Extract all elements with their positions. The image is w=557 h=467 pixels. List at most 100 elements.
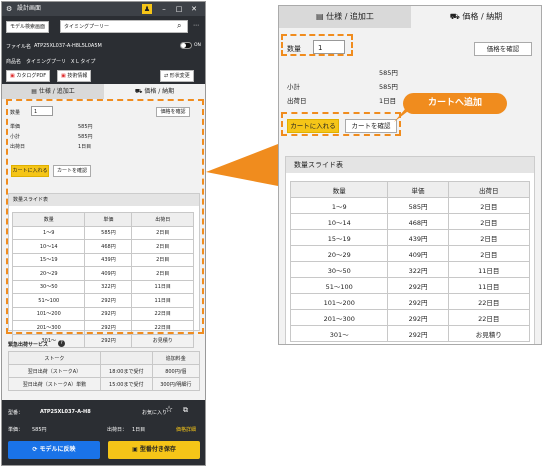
truck-icon: ⛟ [449, 12, 460, 21]
user-icon[interactable]: ♟ [142, 4, 152, 14]
toggle-switch[interactable] [180, 42, 192, 49]
express-section: 緊急出荷サービス ? ストーク 追加料金 翌日出荷（ストークA） 18:00まで受付 8… [6, 340, 202, 397]
copy-icon[interactable]: ⧉ [183, 406, 188, 415]
table-cell: 439円 [387, 229, 449, 246]
product-value: タイミングプーリ X L タイプ [26, 59, 96, 65]
save-icon: ▣ [132, 446, 138, 453]
highlight-left [6, 99, 204, 334]
table-row: 20〜29 409円 2日目 [289, 245, 531, 262]
table-row: 10〜14 468円 2日目 [289, 213, 531, 230]
zoom-slide-table-box: 数量スライド表 数量 単価 出荷日 1〜9 585円 2日目 10〜14 468円 2日目 15〜… [285, 156, 535, 344]
table-cell: 322円 [387, 261, 449, 278]
table-cell: 2日目 [447, 229, 531, 246]
product-row: 商品名 タイミングプーリ X L タイプ [2, 54, 205, 68]
footer-ship-label: 出荷日： [107, 427, 128, 433]
help-icon[interactable]: ? [58, 340, 65, 347]
close-button[interactable]: ✕ [189, 4, 199, 14]
product-label: 商品名 [6, 59, 22, 65]
zoom-tab-price-label: 価格 / 納期 [462, 12, 503, 21]
table-cell: 30〜50 [289, 261, 389, 278]
table-cell: 292円 [387, 293, 449, 310]
table-cell: 585円 [387, 197, 449, 214]
table-header-cell: 出荷日 [447, 181, 531, 198]
search-query: タイミングプーリー [64, 24, 110, 30]
table-row: 101〜200 292円 22日目 [289, 293, 531, 310]
reflect-model-button[interactable]: ⟳ モデルに反映 [8, 441, 100, 459]
table-header-cell: 単価 [387, 181, 449, 198]
save-label: 型番付き保存 [139, 446, 176, 453]
table-row: 51〜100 292円 11日目 [289, 277, 531, 294]
zoom-confirm-price-button[interactable]: 価格を確認 [474, 42, 532, 56]
table-row: 翌日出荷（ストークA） 18:00まで受付 800円/個 [8, 364, 201, 378]
zoom-connector [206, 144, 278, 186]
clipboard-icon: ▤ [31, 88, 37, 95]
table-row: 30〜50 322円 11日目 [289, 261, 531, 278]
table-cell: 201〜300 [289, 309, 389, 326]
zoom-slide-table-title: 数量スライド表 [286, 157, 534, 173]
table-cell: 22日目 [447, 293, 531, 310]
table-header-row: 数量 単価 出荷日 [289, 181, 531, 198]
save-with-model-button[interactable]: ▣ 型番付き保存 [108, 441, 200, 459]
file-row: ファイル名 ATP25XL037-A-H8L5L0A5M ON [2, 38, 205, 54]
footer: 型番： ATP25XL037-A-H8 お気に入り ☆ ⧉ 単価： 585円 出… [2, 400, 205, 465]
file-label: ファイル名 [6, 44, 32, 50]
highlight-qty [281, 34, 353, 56]
table-cell: 2日目 [447, 245, 531, 262]
zoom-tab-bar: ▤ 仕様 / 追加工 ⛟ 価格 / 納期 [279, 6, 541, 28]
tech-info-link[interactable]: ▣ 技術情報 [57, 70, 92, 82]
table-cell: 15:00まで受付 [99, 377, 153, 391]
toggle-knob [181, 43, 186, 48]
tech-label: 技術情報 [67, 73, 88, 79]
zoom-tab-spec-label: 仕様 / 追加工 [326, 12, 374, 21]
footer-unit-label: 単価： [8, 427, 24, 433]
highlight-cart-buttons [281, 112, 401, 136]
link-row: ▣ カタログPDF ▣ 技術情報 ⇄ 形状変更 [2, 68, 205, 84]
search-icon[interactable]: ⌕ [177, 21, 181, 31]
window-title: 設計画面 [17, 5, 42, 12]
menu-icon[interactable]: ⋯ [193, 22, 199, 29]
search-bar: モデル検索画面 タイミングプーリー ⌕ ⋯ [2, 16, 205, 38]
tab-price-label: 価格 / 納期 [144, 88, 175, 95]
table-cell: 800円/個 [151, 364, 201, 378]
table-cell: 1〜9 [289, 197, 389, 214]
table-row: 1〜9 585円 2日目 [289, 197, 531, 214]
catalog-label: カタログPDF [16, 73, 47, 79]
table-cell: 51〜100 [289, 277, 389, 294]
zoom-unit-price-value: 585円 [379, 69, 398, 77]
clipboard-icon: ▤ [316, 12, 324, 21]
zoom-tab-spec[interactable]: ▤ 仕様 / 追加工 [279, 6, 411, 28]
swap-icon: ⇄ [164, 73, 169, 79]
tab-spec-label: 仕様 / 追加工 [38, 88, 75, 95]
zoom-tab-price[interactable]: ⛟ 価格 / 納期 [411, 6, 541, 28]
shape-change-button[interactable]: ⇄ 形状変更 [160, 70, 194, 82]
reflect-label: モデルに反映 [39, 446, 76, 453]
zoom-slide-table: 数量 単価 出荷日 1〜9 585円 2日目 10〜14 468円 2日目 15〜19 439円 2日… [289, 181, 531, 342]
table-cell: 11日目 [447, 261, 531, 278]
maximize-button[interactable]: □ [174, 4, 184, 14]
star-icon[interactable]: ☆ [165, 405, 173, 415]
table-cell: 20〜29 [289, 245, 389, 262]
callout-add-to-cart: カートへ追加 [403, 93, 507, 114]
model-search-tag[interactable]: モデル検索画面 [6, 21, 50, 33]
tab-price[interactable]: ⛟ 価格 / 納期 [104, 84, 205, 99]
model-label: 型番： [8, 410, 24, 416]
zoom-ship-value: 1日目 [379, 97, 397, 105]
minimize-button[interactable]: – [159, 4, 169, 14]
table-row: 翌日出荷（ストークA）単數 15:00まで受付 300円/明細行 [8, 377, 201, 391]
express-title: 緊急出荷サービス [8, 342, 49, 348]
price-detail-link[interactable]: 価格詳細 [176, 426, 196, 433]
pdf-icon: ▣ [10, 73, 15, 79]
table-header-cell: ストーク [8, 351, 101, 365]
table-cell: 292円 [387, 325, 449, 342]
footer-ship-value: 1日目 [132, 427, 146, 433]
tab-spec[interactable]: ▤ 仕様 / 追加工 [2, 84, 104, 99]
app-icon: ⚙ [6, 5, 13, 13]
tab-bar: ▤ 仕様 / 追加工 ⛟ 価格 / 納期 [2, 84, 205, 99]
model-value: ATP25XL037-A-H8 [40, 409, 91, 415]
table-cell: 468円 [387, 213, 449, 230]
table-cell: 409円 [387, 245, 449, 262]
search-input[interactable]: タイミングプーリー ⌕ [60, 20, 188, 33]
catalog-pdf-link[interactable]: ▣ カタログPDF [6, 70, 51, 82]
table-cell: 11日目 [447, 277, 531, 294]
file-value: ATP25XL037-A-H8L5L0A5M [34, 43, 102, 49]
